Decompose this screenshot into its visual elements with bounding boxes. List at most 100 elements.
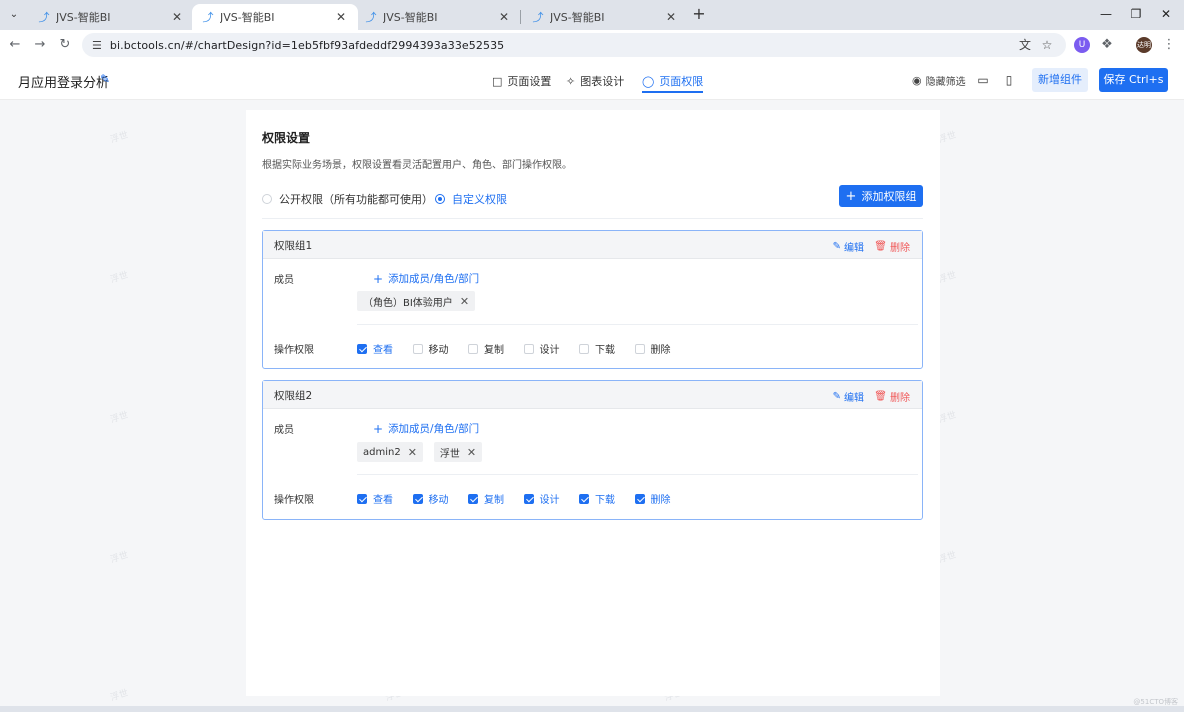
permission-settings-panel: 权限设置 根据实际业务场景，权限设置看灵活配置用户、角色、部门操作权限。 公开权… xyxy=(246,110,940,696)
reload-icon[interactable]: ↻ xyxy=(56,36,74,54)
jvs-favicon-icon: ⤴ xyxy=(202,11,214,24)
save-button[interactable]: 保存 Ctrl+s xyxy=(1099,68,1168,92)
tablet-view-icon[interactable]: ▯ xyxy=(998,70,1020,90)
perm-copy-checkbox[interactable]: 复制 xyxy=(468,341,524,356)
divider xyxy=(262,218,923,219)
browser-toolbar: ← → ↻ ☰ bi.bctools.cn/#/chartDesign?id=1… xyxy=(0,30,1184,60)
shield-icon: ◯ xyxy=(642,74,655,88)
perm-download-checkbox[interactable]: 下载 xyxy=(579,341,635,356)
tab-label: 图表设计 xyxy=(580,75,625,88)
edit-group-button[interactable]: ✎ 编辑 xyxy=(833,239,864,254)
close-window-icon[interactable]: ✕ xyxy=(1148,4,1184,24)
back-icon[interactable]: ← xyxy=(6,36,24,54)
perm-label: 删除 xyxy=(650,495,671,506)
group-header: 权限组1 ✎ 编辑 🗑 删除 xyxy=(263,231,922,259)
checkbox[interactable] xyxy=(523,343,534,354)
forward-icon[interactable]: → xyxy=(31,36,49,54)
add-permission-group-button[interactable]: + 添加权限组 xyxy=(839,185,923,207)
perm-view-checkbox[interactable]: 查看 xyxy=(357,491,413,506)
jvs-favicon-icon: ⤴ xyxy=(532,11,544,24)
browser-tab-1[interactable]: ⤴ JVS-智能BI ✕ xyxy=(28,4,194,30)
checkbox[interactable] xyxy=(634,343,645,354)
browser-menu-icon[interactable]: ⋮ xyxy=(1160,36,1178,54)
edit-label: 编辑 xyxy=(844,243,864,254)
delete-group-button[interactable]: 🗑 删除 xyxy=(874,239,910,254)
add-group-label: 添加权限组 xyxy=(861,190,917,203)
edit-label: 编辑 xyxy=(844,393,864,404)
url-text[interactable]: bi.bctools.cn/#/chartDesign?id=1eb5fbf93… xyxy=(110,39,504,52)
edit-title-pencil-icon[interactable]: ✎ xyxy=(100,72,110,86)
tab-page-settings[interactable]: □ 页面设置 xyxy=(492,73,551,89)
perm-move-checkbox[interactable]: 移动 xyxy=(412,341,469,356)
custom-permission-radio[interactable]: 自定义权限 xyxy=(435,191,507,207)
browser-tab-2[interactable]: ⤴ JVS-智能BI ✕ xyxy=(192,4,358,30)
member-name: admin2 xyxy=(363,446,401,458)
perm-label: 查看 xyxy=(373,345,393,356)
trash-icon: 🗑 xyxy=(874,391,887,402)
desktop-view-icon[interactable]: ▭ xyxy=(972,70,994,90)
close-tab-icon[interactable]: ✕ xyxy=(334,10,348,24)
tab-page-permissions[interactable]: ◯ 页面权限 xyxy=(642,73,704,93)
hide-filter-label: 隐藏筛选 xyxy=(925,77,966,88)
delete-group-button[interactable]: 🗑 删除 xyxy=(874,389,910,404)
remove-member-icon[interactable]: ✕ xyxy=(467,446,476,459)
translate-icon[interactable]: 文 xyxy=(1016,33,1034,57)
tab-label: 页面设置 xyxy=(507,75,552,88)
checkbox[interactable] xyxy=(357,493,367,504)
site-info-icon[interactable]: ☰ xyxy=(92,39,102,52)
tab-chart-design[interactable]: ✧ 图表设计 xyxy=(566,73,624,89)
perm-label: 移动 xyxy=(428,495,449,506)
hide-filter-toggle[interactable]: ◉ 隐藏筛选 xyxy=(912,73,966,88)
perm-move-checkbox[interactable]: 移动 xyxy=(412,491,469,506)
perm-copy-checkbox[interactable]: 复制 xyxy=(468,491,524,506)
close-tab-icon[interactable]: ✕ xyxy=(664,10,678,24)
extensions-puzzle-icon[interactable]: ❖ xyxy=(1098,36,1116,54)
perm-design-checkbox[interactable]: 设计 xyxy=(523,491,580,506)
add-member-button[interactable]: + 添加成员/角色/部门 xyxy=(373,271,479,286)
chart-design-icon: ✧ xyxy=(566,74,576,88)
add-component-button[interactable]: 新增组件 xyxy=(1032,68,1088,92)
public-permission-radio[interactable]: 公开权限（所有功能都可使用） xyxy=(262,191,433,207)
operation-checkboxes: 查看 移动 复制 设计 下载 删除 xyxy=(357,341,690,356)
extension-u-icon[interactable]: U xyxy=(1074,37,1090,53)
checkbox[interactable] xyxy=(523,493,534,504)
browser-tab-4[interactable]: ⤴ JVS-智能BI ✕ xyxy=(522,4,688,30)
close-tab-icon[interactable]: ✕ xyxy=(170,10,184,24)
checkbox[interactable] xyxy=(634,493,645,504)
watermark: 浮世 xyxy=(109,130,130,146)
perm-delete-checkbox[interactable]: 删除 xyxy=(634,341,691,356)
perm-delete-checkbox[interactable]: 删除 xyxy=(634,491,691,506)
close-tab-icon[interactable]: ✕ xyxy=(497,10,511,24)
checkbox[interactable] xyxy=(468,343,478,354)
checkbox[interactable] xyxy=(579,343,589,354)
tab-search-chevron-icon[interactable]: ⌄ xyxy=(4,4,24,24)
perm-view-checkbox[interactable]: 查看 xyxy=(357,341,413,356)
group-name: 权限组1 xyxy=(274,240,313,252)
perm-download-checkbox[interactable]: 下载 xyxy=(579,491,635,506)
address-bar[interactable]: ☰ bi.bctools.cn/#/chartDesign?id=1eb5fbf… xyxy=(82,33,1066,57)
members-label: 成员 xyxy=(274,275,294,286)
new-tab-icon[interactable]: + xyxy=(690,6,708,24)
members-label: 成员 xyxy=(274,425,294,436)
checkbox[interactable] xyxy=(579,493,589,504)
bottom-strip xyxy=(0,706,1184,712)
permission-group-1: 权限组1 ✎ 编辑 🗑 删除 成员 + 添加成员/角色/部门 （角色）BI体验用… xyxy=(262,230,923,369)
member-name: 浮世 xyxy=(439,448,460,460)
perm-design-checkbox[interactable]: 设计 xyxy=(523,341,580,356)
checkbox[interactable] xyxy=(357,343,367,354)
browser-tab-3[interactable]: ⤴ JVS-智能BI ✕ xyxy=(355,4,521,30)
radio-label: 公开权限（所有功能都可使用） xyxy=(279,193,433,206)
add-member-button[interactable]: + 添加成员/角色/部门 xyxy=(373,421,479,436)
edit-group-button[interactable]: ✎ 编辑 xyxy=(833,389,864,404)
browser-tab-strip: ⌄ ⤴ JVS-智能BI ✕ ⤴ JVS-智能BI ✕ ⤴ JVS-智能BI ✕… xyxy=(0,0,1184,30)
checkbox[interactable] xyxy=(412,343,423,354)
profile-avatar[interactable]: 达明 xyxy=(1136,37,1152,53)
browser-tab-title: JVS-智能BI xyxy=(550,11,605,24)
checkbox[interactable] xyxy=(412,493,423,504)
checkbox[interactable] xyxy=(468,493,478,504)
bookmark-icon: □ xyxy=(492,74,503,88)
remove-member-icon[interactable]: ✕ xyxy=(408,446,417,459)
remove-member-icon[interactable]: ✕ xyxy=(460,295,469,308)
watermark: 浮世 xyxy=(109,688,130,704)
bookmark-star-icon[interactable]: ☆ xyxy=(1038,33,1056,57)
